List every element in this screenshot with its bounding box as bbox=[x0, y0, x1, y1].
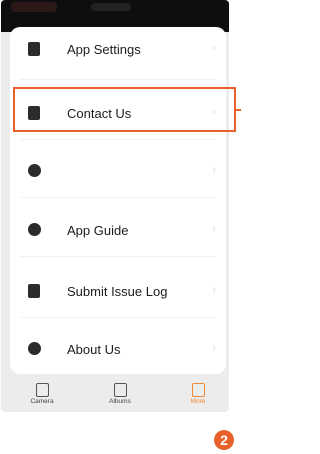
status-bar-notch bbox=[91, 3, 131, 11]
menu-item-label: App Settings bbox=[67, 42, 141, 57]
menu-card: App Settings › Contact Us › › App Guide … bbox=[10, 27, 226, 374]
step-number-badge: 2 bbox=[214, 430, 234, 450]
menu-item-globe[interactable]: › bbox=[10, 149, 226, 193]
camera-icon bbox=[35, 383, 49, 397]
albums-icon bbox=[113, 383, 127, 397]
chevron-right-icon: › bbox=[212, 284, 216, 296]
menu-item-app-guide[interactable]: App Guide › bbox=[10, 208, 226, 252]
info-icon bbox=[28, 342, 41, 355]
chevron-right-icon: › bbox=[212, 106, 216, 118]
contact-icon bbox=[28, 106, 40, 120]
menu-item-contact-us[interactable]: Contact Us › bbox=[10, 91, 226, 135]
menu-item-label: Contact Us bbox=[67, 106, 132, 121]
tab-label: Camera bbox=[30, 398, 54, 405]
guide-icon bbox=[28, 223, 41, 236]
chevron-right-icon: › bbox=[212, 42, 216, 54]
tab-label: Albums bbox=[109, 398, 131, 405]
divider bbox=[20, 139, 216, 140]
globe-icon bbox=[28, 164, 41, 177]
tab-label: More bbox=[190, 398, 206, 405]
chevron-right-icon: › bbox=[212, 223, 216, 235]
divider bbox=[20, 79, 216, 80]
phone-screen: App Settings › Contact Us › › App Guide … bbox=[1, 0, 229, 412]
tab-camera[interactable]: Camera bbox=[17, 380, 67, 405]
chevron-right-icon: › bbox=[212, 342, 216, 354]
more-icon bbox=[191, 383, 205, 397]
menu-item-label: App Guide bbox=[67, 223, 129, 238]
divider bbox=[20, 197, 216, 198]
tab-albums[interactable]: Albums bbox=[95, 380, 145, 405]
settings-icon bbox=[28, 42, 40, 56]
log-icon bbox=[28, 284, 40, 298]
divider bbox=[20, 317, 216, 318]
chevron-right-icon: › bbox=[212, 164, 216, 176]
bottom-tab-bar: Camera Albums More bbox=[1, 380, 229, 412]
callout-leader-line bbox=[236, 109, 241, 111]
tab-more[interactable]: More bbox=[173, 380, 223, 405]
menu-item-app-settings[interactable]: App Settings › bbox=[10, 27, 226, 71]
menu-item-label: Submit Issue Log bbox=[67, 284, 168, 299]
status-bar-blurred-content bbox=[11, 2, 57, 12]
menu-item-submit-issue-log[interactable]: Submit Issue Log › bbox=[10, 269, 226, 313]
divider bbox=[20, 256, 216, 257]
menu-item-about-us[interactable]: About Us › bbox=[10, 327, 226, 371]
menu-item-label: About Us bbox=[67, 342, 121, 357]
